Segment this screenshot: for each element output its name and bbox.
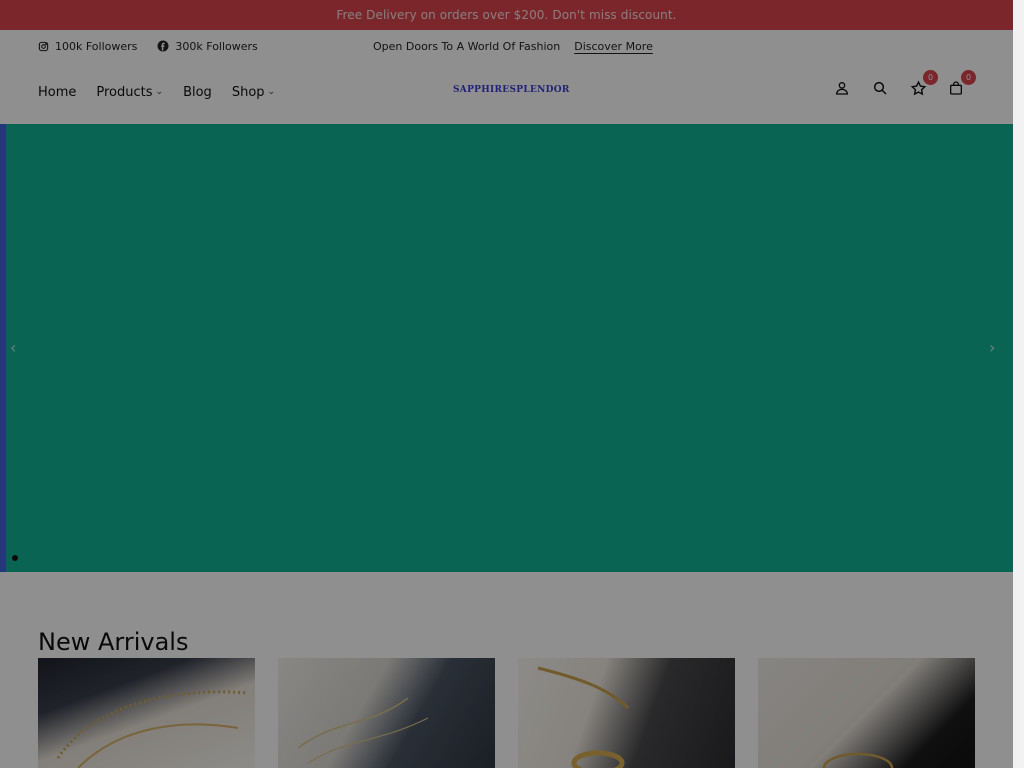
hero-slide-edge	[0, 124, 6, 572]
product-card[interactable]	[758, 658, 975, 768]
scrollbar-track[interactable]	[1013, 0, 1024, 768]
promo-text: Free Delivery on orders over $200. Don't…	[336, 8, 677, 22]
product-image	[297, 697, 429, 764]
chevron-down-icon: ⌄	[155, 87, 164, 97]
product-image	[822, 752, 894, 768]
nav-products-label: Products	[96, 84, 153, 100]
cart-button[interactable]: 0	[946, 70, 976, 100]
promo-bar: Free Delivery on orders over $200. Don't…	[0, 0, 1013, 30]
facebook-link[interactable]: 300k Followers	[157, 39, 258, 53]
search-button[interactable]	[870, 80, 890, 100]
nav-blog-label: Blog	[183, 84, 212, 100]
shopping-bag-icon	[948, 80, 964, 100]
search-icon	[872, 80, 888, 100]
product-card[interactable]	[518, 658, 735, 768]
new-arrivals-title: New Arrivals	[38, 628, 189, 656]
nav-links: Home Products ⌄ Blog Shop ⌄	[38, 62, 275, 122]
product-grid	[38, 658, 975, 768]
wishlist-count-badge: 0	[923, 70, 938, 85]
main-navigation: Home Products ⌄ Blog Shop ⌄ SAPPHIRESPLEND…	[0, 62, 1013, 124]
fashion-tagline: Open Doors To A World Of Fashion	[373, 39, 561, 53]
hero-slider: ‹ ›	[0, 124, 1013, 572]
instagram-icon	[38, 41, 49, 52]
slider-prev-button[interactable]: ‹	[10, 338, 16, 357]
product-card[interactable]	[278, 658, 495, 768]
cart-count-badge: 0	[961, 70, 976, 85]
slider-next-button[interactable]: ›	[989, 338, 995, 357]
instagram-link[interactable]: 100k Followers	[38, 40, 137, 53]
discover-more-link[interactable]: Discover More	[574, 40, 653, 53]
site-logo[interactable]: SAPPHIRESPLENDOR	[453, 85, 570, 95]
social-links: 100k Followers 300k Followers	[38, 30, 258, 62]
facebook-icon	[157, 40, 169, 52]
wishlist-button[interactable]: 0	[908, 70, 938, 101]
facebook-followers: 300k Followers	[175, 39, 258, 53]
chevron-down-icon: ⌄	[267, 87, 276, 97]
slider-dot[interactable]	[12, 555, 18, 561]
nav-home-label: Home	[38, 84, 77, 100]
nav-blog[interactable]: Blog	[183, 85, 212, 100]
product-image	[537, 666, 630, 768]
nav-shop-label: Shop	[231, 84, 265, 100]
product-image	[56, 690, 249, 768]
topbar-message: Open Doors To A World Of Fashion Discove…	[373, 30, 653, 62]
account-button[interactable]	[832, 80, 852, 100]
instagram-followers: 100k Followers	[55, 39, 138, 53]
top-bar: 100k Followers 300k Followers Open Doors…	[0, 30, 1013, 62]
nav-products[interactable]: Products ⌄	[96, 85, 163, 100]
user-icon	[834, 80, 850, 100]
nav-actions: 0 0	[832, 70, 976, 101]
star-icon	[910, 79, 927, 101]
nav-home[interactable]: Home	[38, 85, 76, 100]
product-card[interactable]	[38, 658, 255, 768]
nav-shop[interactable]: Shop ⌄	[232, 85, 275, 100]
